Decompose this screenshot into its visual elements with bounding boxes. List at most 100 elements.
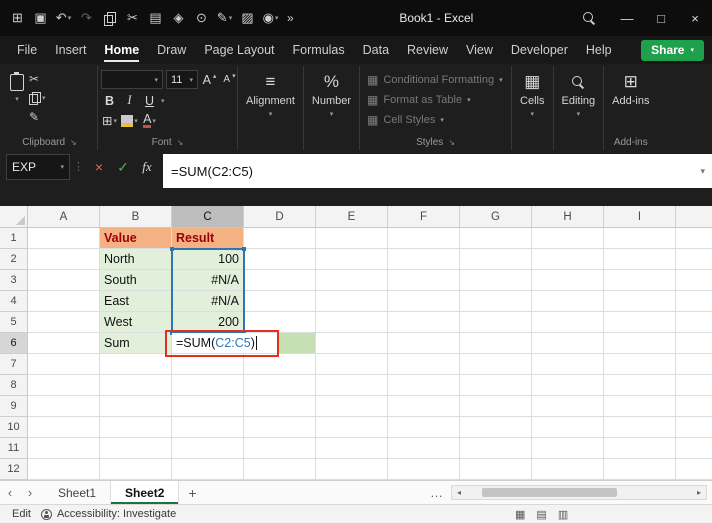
cell-I9[interactable] xyxy=(604,396,676,417)
cell-C8[interactable] xyxy=(172,375,244,396)
menu-tab-review[interactable]: Review xyxy=(398,36,457,64)
cell-C10[interactable] xyxy=(172,417,244,438)
font-size-combo[interactable]: 11 ▾ xyxy=(166,70,198,89)
cell-H10[interactable] xyxy=(532,417,604,438)
row-header-9[interactable]: 9 xyxy=(0,396,28,417)
cell-A10[interactable] xyxy=(28,417,100,438)
cell-G1[interactable] xyxy=(460,228,532,249)
paste-button[interactable]: ▾ xyxy=(5,66,29,103)
search-button[interactable] xyxy=(574,0,604,36)
row-header-8[interactable]: 8 xyxy=(0,375,28,396)
cell-G12[interactable] xyxy=(460,459,532,480)
cell-A8[interactable] xyxy=(28,375,100,396)
cell-H1[interactable] xyxy=(532,228,604,249)
column-header-G[interactable]: G xyxy=(460,206,532,228)
normal-view-icon[interactable]: ▦ xyxy=(515,508,525,521)
format-as-table-button[interactable]: ▦ Format as Table ▾ xyxy=(367,92,503,108)
cell-B11[interactable] xyxy=(100,438,172,459)
cell-F9[interactable] xyxy=(388,396,460,417)
cell-D7[interactable] xyxy=(244,354,316,375)
page-layout-view-icon[interactable]: ▤ xyxy=(536,508,546,521)
cancel-button[interactable]: × xyxy=(87,154,111,180)
column-header-H[interactable]: H xyxy=(532,206,604,228)
menu-tab-view[interactable]: View xyxy=(457,36,502,64)
menu-tab-developer[interactable]: Developer xyxy=(502,36,577,64)
copy-button[interactable] xyxy=(98,6,121,30)
cell-C9[interactable] xyxy=(172,396,244,417)
decrease-font-button[interactable]: A ▾ xyxy=(221,71,238,88)
cell-E1[interactable] xyxy=(316,228,388,249)
font-dialog-launcher-icon[interactable]: ↘ xyxy=(177,138,184,147)
cell-E6[interactable] xyxy=(316,333,388,354)
sheet-tab-sheet2[interactable]: Sheet2 xyxy=(111,481,180,504)
addins-button[interactable]: ⊞ Add-ins xyxy=(607,66,654,107)
new-sheet-button[interactable]: + xyxy=(179,485,205,501)
cell-F5[interactable] xyxy=(388,312,460,333)
paint-button[interactable]: ◈ xyxy=(167,6,190,30)
cell-C11[interactable] xyxy=(172,438,244,459)
menu-tab-data[interactable]: Data xyxy=(354,36,398,64)
cell-B3[interactable]: South xyxy=(100,270,172,291)
cell-I2[interactable] xyxy=(604,249,676,270)
cell-D4[interactable] xyxy=(244,291,316,312)
page-break-preview-icon[interactable]: ▥ xyxy=(558,508,568,521)
row-header-11[interactable]: 11 xyxy=(0,438,28,459)
font-name-combo[interactable]: ▾ xyxy=(101,70,163,89)
cell-C12[interactable] xyxy=(172,459,244,480)
cell-I3[interactable] xyxy=(604,270,676,291)
number-button[interactable]: % Number ▾ xyxy=(307,66,356,118)
scrollbar-track[interactable] xyxy=(466,486,692,499)
cell-G5[interactable] xyxy=(460,312,532,333)
cell-D12[interactable] xyxy=(244,459,316,480)
cell-F3[interactable] xyxy=(388,270,460,291)
increase-font-button[interactable]: A ▴ xyxy=(201,71,218,88)
cell-H2[interactable] xyxy=(532,249,604,270)
enter-button[interactable]: ✓ xyxy=(111,154,135,180)
scroll-right-icon[interactable]: ▸ xyxy=(692,488,706,497)
cell-D5[interactable] xyxy=(244,312,316,333)
menu-tab-insert[interactable]: Insert xyxy=(46,36,95,64)
minimize-button[interactable]: — xyxy=(610,0,644,36)
cell-D8[interactable] xyxy=(244,375,316,396)
underline-button[interactable]: U xyxy=(141,92,158,109)
row-header-6[interactable]: 6 xyxy=(0,333,28,354)
cell-E5[interactable] xyxy=(316,312,388,333)
cell-I11[interactable] xyxy=(604,438,676,459)
format-painter-button[interactable]: ✎ xyxy=(29,109,39,124)
cell-G3[interactable] xyxy=(460,270,532,291)
cell-A4[interactable] xyxy=(28,291,100,312)
cell-F2[interactable] xyxy=(388,249,460,270)
row-header-4[interactable]: 4 xyxy=(0,291,28,312)
column-header-E[interactable]: E xyxy=(316,206,388,228)
row-header-3[interactable]: 3 xyxy=(0,270,28,291)
column-header-B[interactable]: B xyxy=(100,206,172,228)
toolbar-overflow-button[interactable]: » xyxy=(287,11,294,25)
menu-tab-file[interactable]: File xyxy=(8,36,46,64)
column-header-A[interactable]: A xyxy=(28,206,100,228)
menu-tab-formulas[interactable]: Formulas xyxy=(284,36,354,64)
cell-I5[interactable] xyxy=(604,312,676,333)
horizontal-scrollbar[interactable]: ◂ ▸ xyxy=(451,485,707,500)
column-header-C[interactable]: C xyxy=(172,206,244,228)
cell-C2[interactable]: 100 xyxy=(172,249,244,270)
cell-A5[interactable] xyxy=(28,312,100,333)
insert-function-button[interactable]: fx xyxy=(135,154,159,180)
cell-B5[interactable]: West xyxy=(100,312,172,333)
cell-B12[interactable] xyxy=(100,459,172,480)
cell-E11[interactable] xyxy=(316,438,388,459)
cell-A11[interactable] xyxy=(28,438,100,459)
menu-tab-page-layout[interactable]: Page Layout xyxy=(195,36,283,64)
cell-F10[interactable] xyxy=(388,417,460,438)
font-color-button[interactable]: A ▾ xyxy=(141,112,158,129)
share-button[interactable]: Share ▾ xyxy=(641,39,704,61)
cell-G11[interactable] xyxy=(460,438,532,459)
cell-F12[interactable] xyxy=(388,459,460,480)
cell-B10[interactable] xyxy=(100,417,172,438)
cell-I8[interactable] xyxy=(604,375,676,396)
fill-color-button[interactable]: ▾ xyxy=(121,112,138,129)
cell-styles-button[interactable]: ▦ Cell Styles ▾ xyxy=(367,112,503,128)
name-box[interactable]: EXP ▾ xyxy=(6,154,70,180)
column-header-D[interactable]: D xyxy=(244,206,316,228)
cell-B1[interactable]: Value xyxy=(100,228,172,249)
cell-D11[interactable] xyxy=(244,438,316,459)
